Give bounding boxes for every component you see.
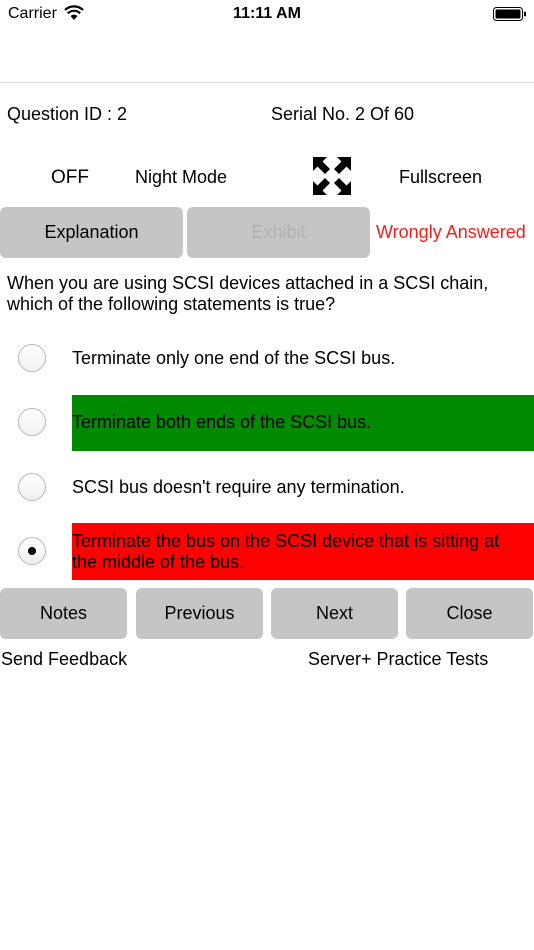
- option-1-text[interactable]: Terminate only one end of the SCSI bus.: [72, 348, 534, 369]
- clock-time: 11:11 AM: [233, 5, 301, 22]
- close-button[interactable]: Close: [406, 588, 533, 639]
- exhibit-button[interactable]: Exhibit: [187, 207, 370, 258]
- night-mode-toggle[interactable]: OFF: [51, 167, 89, 189]
- status-bar: Carrier 11:11 AM: [0, 0, 534, 28]
- option-4-radio[interactable]: [18, 537, 46, 565]
- option-2-text[interactable]: Terminate both ends of the SCSI bus.: [72, 395, 534, 451]
- question-id-label: Question ID : 2: [7, 104, 128, 124]
- nav-bar-divider: [0, 82, 534, 83]
- explanation-button[interactable]: Explanation: [0, 207, 183, 258]
- send-feedback-link[interactable]: Send Feedback: [1, 649, 127, 670]
- option-1-radio[interactable]: [18, 344, 46, 372]
- night-mode-label: Night Mode: [135, 167, 228, 187]
- option-3-radio[interactable]: [18, 473, 46, 501]
- selected-dot: [28, 547, 36, 555]
- next-button[interactable]: Next: [271, 588, 398, 639]
- fullscreen-icon[interactable]: [313, 157, 351, 195]
- question-text: When you are using SCSI devices attached…: [7, 273, 489, 314]
- practice-tests-link[interactable]: Server+ Practice Tests: [308, 649, 488, 670]
- serial-number-label: Serial No. 2 Of 60: [271, 104, 415, 124]
- notes-button[interactable]: Notes: [0, 588, 127, 639]
- answer-status-label: Wrongly Answered: [376, 222, 526, 242]
- fullscreen-label[interactable]: Fullscreen: [399, 167, 482, 188]
- previous-button[interactable]: Previous: [136, 588, 263, 639]
- battery-icon: [493, 7, 526, 21]
- option-2-radio[interactable]: [18, 408, 46, 436]
- option-3-text[interactable]: SCSI bus doesn't require any termination…: [72, 477, 534, 498]
- option-4-text[interactable]: Terminate the bus on the SCSI device tha…: [72, 523, 534, 580]
